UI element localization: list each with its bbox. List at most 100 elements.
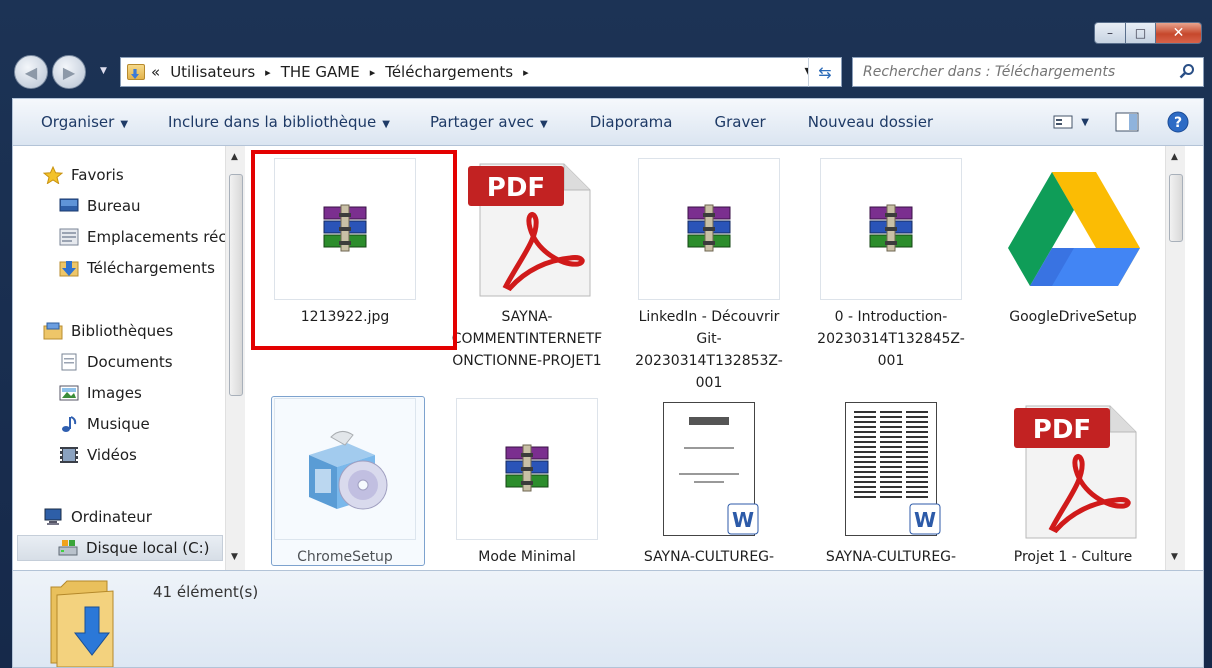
winrar-archive-icon (869, 204, 913, 252)
file-name: SAYNA-COMMENTINTERNETFONCTIONNE-PROJET1 (451, 309, 603, 369)
videos-icon (60, 447, 78, 463)
file-item-linkedin-git[interactable]: LinkedIn - Découvrir Git-20230314T132853… (623, 158, 795, 394)
sidebar-item-desktop[interactable]: Bureau (59, 193, 141, 219)
file-item-sayna-culture-1[interactable]: W SAYNA-CULTUREG-PROJET1 (1) (623, 398, 795, 570)
file-name: SAYNA-CULTUREG-PROJET1 (825, 549, 957, 565)
item-count: 41 élément(s) (153, 583, 259, 601)
arrow-left-icon: ◀ (24, 62, 38, 82)
file-thumbnail (1002, 158, 1144, 300)
back-button[interactable]: ◀ (14, 55, 48, 89)
file-thumbnail (820, 158, 962, 300)
breadcrumb-separator[interactable]: ▸ (523, 66, 529, 79)
refresh-button[interactable]: ⇆ (808, 57, 842, 87)
change-view-icon[interactable] (1053, 114, 1073, 130)
sidebar-scrollbar[interactable]: ▲ ▼ (225, 146, 245, 570)
pdf-icon: PDF (468, 163, 591, 297)
chevron-down-icon: ▼ (539, 119, 548, 130)
svg-text:W: W (914, 508, 936, 532)
file-item-sayna-comment-internet[interactable]: PDF SAYNA-COMMENTINTERNETFONCTIONNE-PROJ… (441, 158, 613, 372)
winrar-archive-icon (505, 444, 549, 492)
file-view: 1213922.jpg PDF SAYNA-COMMENTINTERNETFON… (245, 146, 1185, 570)
winrar-archive-icon (687, 204, 731, 252)
highlight-box (251, 150, 457, 350)
scroll-down-icon[interactable]: ▼ (1171, 552, 1178, 562)
scroll-down-icon[interactable]: ▼ (231, 552, 238, 562)
images-icon (59, 385, 79, 401)
file-name: Mode Minimal Instagram Publi (478, 549, 576, 565)
breadcrumb-separator[interactable]: ▸ (265, 66, 271, 79)
sidebar-item-images[interactable]: Images (59, 380, 142, 406)
include-library-menu[interactable]: Inclure dans la bibliothèque ▼ (168, 113, 390, 131)
chevron-down-icon: ▼ (120, 119, 129, 130)
file-item-projet-1-culture[interactable]: PDF Projet 1 - Culture Générale (987, 398, 1159, 570)
file-view-scrollbar[interactable]: ▲ ▼ (1165, 146, 1185, 570)
breadcrumb-users[interactable]: Utilisateurs (170, 63, 255, 81)
sidebar-scroll-thumb[interactable] (229, 174, 243, 396)
command-bar: Organiser ▼ Inclure dans la bibliothèque ▼… (12, 98, 1204, 146)
file-thumbnail: PDF (456, 158, 598, 300)
pdf-icon: PDF (1014, 405, 1137, 539)
sidebar-item-favorites[interactable]: Favoris (43, 162, 124, 188)
maximize-button[interactable]: □ (1126, 22, 1156, 44)
breadcrumb-downloads[interactable]: Téléchargements (385, 63, 513, 81)
burn-button[interactable]: Graver (714, 113, 765, 131)
sidebar-item-libraries[interactable]: Bibliothèques (43, 318, 173, 344)
file-item-google-drive-setup[interactable]: GoogleDriveSetup (987, 158, 1159, 328)
file-item-sayna-culture[interactable]: W SAYNA-CULTUREG-PROJET1 (805, 398, 977, 570)
sidebar-item-recent-places[interactable]: Emplacements récents (59, 224, 245, 250)
file-name: GoogleDriveSetup (1009, 309, 1137, 325)
recent-places-icon (59, 228, 79, 246)
preview-pane-icon[interactable] (1115, 112, 1139, 132)
star-icon (43, 166, 63, 184)
new-folder-button[interactable]: Nouveau dossier (808, 113, 933, 131)
word-badge-icon: W (909, 503, 941, 535)
sidebar-item-videos[interactable]: Vidéos (59, 442, 137, 468)
file-item-introduction[interactable]: 0 - Introduction-20230314T132845Z-001 (805, 158, 977, 372)
music-icon (62, 416, 77, 432)
file-item-mode-minimal[interactable]: Mode Minimal Instagram Publi (441, 398, 613, 570)
file-name: LinkedIn - Découvrir Git-20230314T132853… (635, 309, 783, 391)
svg-text:PDF: PDF (487, 173, 545, 203)
scroll-up-icon[interactable]: ▲ (1171, 152, 1178, 162)
focus-outline (271, 396, 425, 566)
organize-menu[interactable]: Organiser ▼ (41, 113, 128, 131)
slideshow-button[interactable]: Diaporama (590, 113, 673, 131)
file-thumbnail: PDF (1002, 398, 1144, 540)
file-view-scroll-thumb[interactable] (1169, 174, 1183, 242)
minimize-button[interactable]: – (1094, 22, 1126, 44)
address-bar[interactable]: « Utilisateurs ▸ THE GAME ▸ Téléchargeme… (120, 57, 842, 87)
forward-button[interactable]: ▶ (52, 55, 86, 89)
scroll-up-icon[interactable]: ▲ (231, 152, 238, 162)
share-with-menu[interactable]: Partager avec ▼ (430, 113, 548, 131)
svg-text:PDF: PDF (1033, 415, 1091, 445)
close-button[interactable]: ✕ (1156, 22, 1202, 44)
breadcrumb-overflow[interactable]: « (151, 63, 160, 81)
computer-icon (44, 508, 62, 525)
explorer-body: Favoris Bureau Emplacements récents Télé… (12, 146, 1204, 570)
file-name: SAYNA-CULTUREG-PROJET1 (1) (643, 549, 775, 565)
sidebar-item-computer[interactable]: Ordinateur (43, 504, 152, 530)
desktop-icon (59, 198, 79, 212)
recent-pages-dropdown[interactable]: ▼ (100, 66, 107, 76)
view-options-chevron-icon[interactable]: ▼ (1081, 117, 1089, 128)
explorer-window: – □ ✕ ◀ ▶ ▼ « Utilisateurs ▸ THE GAME ▸ … (0, 0, 1212, 668)
sidebar-item-music[interactable]: Musique (59, 411, 150, 437)
file-name: 0 - Introduction-20230314T132845Z-001 (817, 309, 965, 369)
search-icon[interactable] (1179, 63, 1195, 79)
help-icon[interactable]: ? (1167, 111, 1189, 133)
breadcrumb-user[interactable]: THE GAME (281, 63, 360, 81)
breadcrumb-separator[interactable]: ▸ (370, 66, 376, 79)
sidebar-item-downloads[interactable]: Téléchargements (59, 255, 215, 281)
file-name: Projet 1 - Culture Générale (1013, 549, 1133, 565)
sidebar-item-local-disk[interactable]: Disque local (C:) (17, 535, 223, 561)
file-thumbnail (456, 398, 598, 540)
search-input[interactable] (863, 64, 1163, 80)
sidebar-item-documents[interactable]: Documents (59, 349, 173, 375)
downloads-folder-icon (50, 580, 114, 667)
libraries-icon (43, 322, 63, 340)
file-thumbnail: W (638, 398, 780, 540)
downloads-folder-icon (59, 261, 79, 277)
caption-buttons: – □ ✕ (1094, 22, 1202, 44)
chevron-down-icon: ▼ (382, 119, 390, 130)
search-box[interactable] (852, 57, 1204, 87)
